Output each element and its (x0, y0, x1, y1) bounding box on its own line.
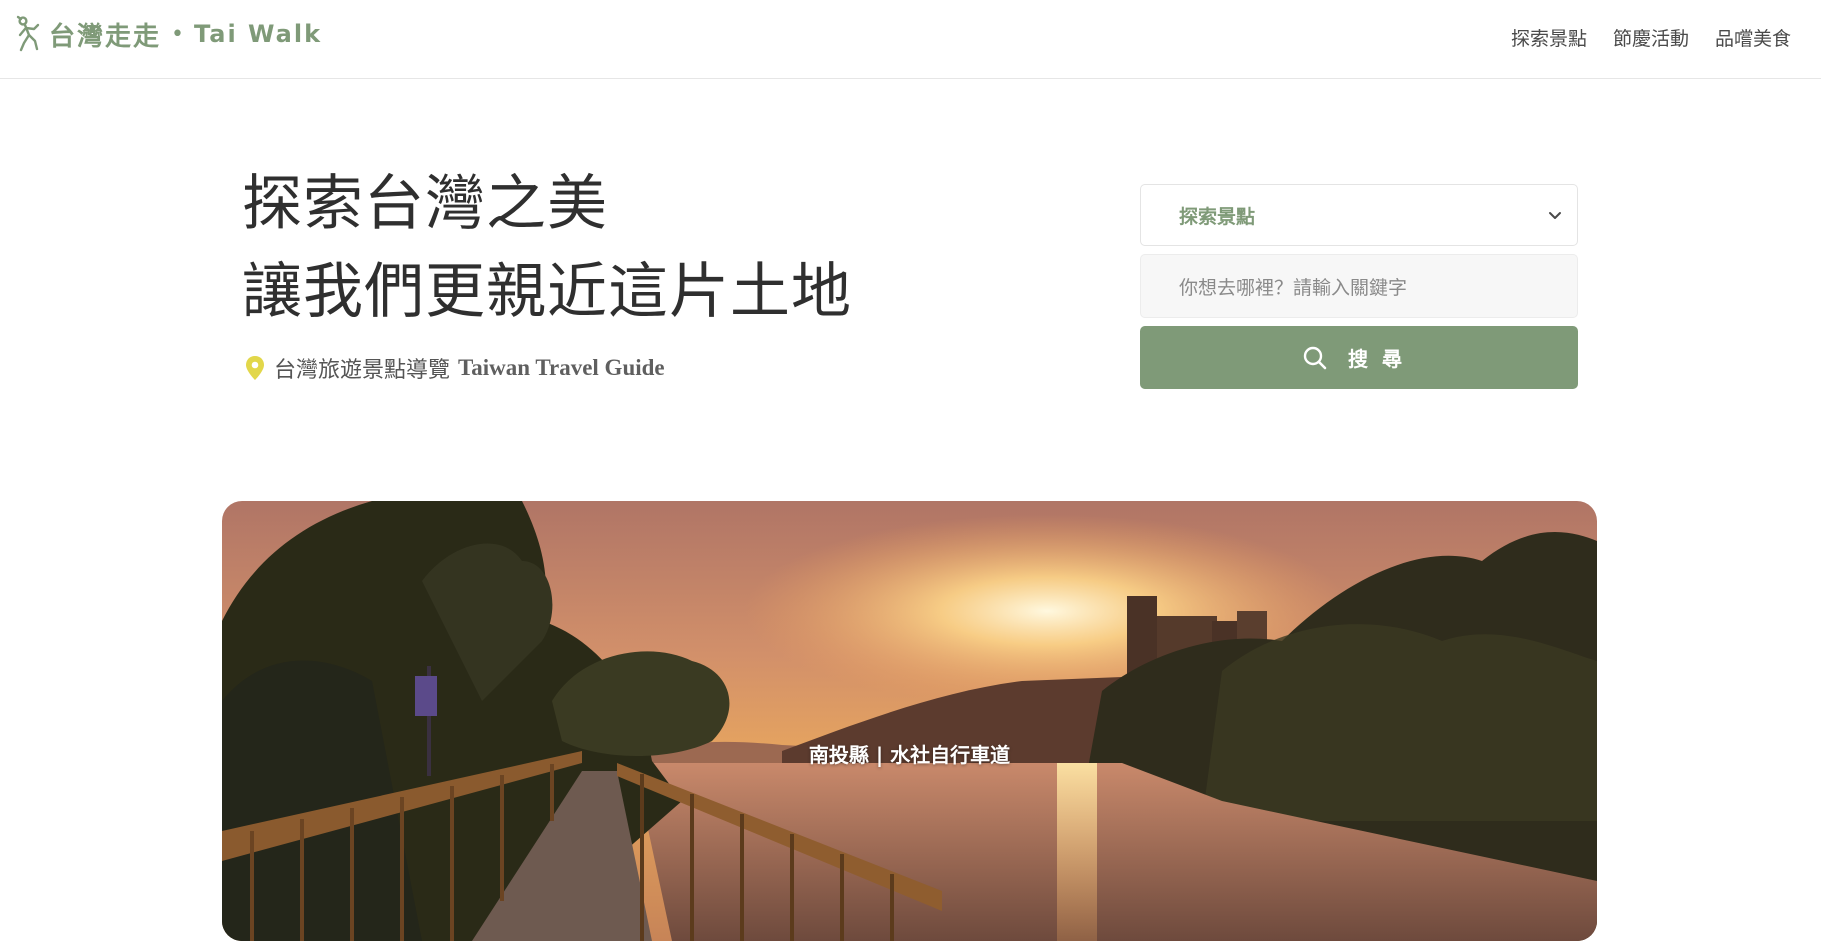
nav-item-attractions[interactable]: 探索景點 (1511, 24, 1587, 51)
brand-name-zh: 台灣走走 (49, 21, 162, 52)
keyword-input-placeholder: 你想去哪裡？請輸入關鍵字 (1179, 276, 1408, 299)
search-button-label: 搜尋 (1348, 347, 1416, 371)
hero-subtitle: 台灣旅遊景點導覽 Taiwan Travel Guide (244, 352, 665, 384)
subtitle-en: Taiwan Travel Guide (458, 355, 665, 380)
chevron-down-icon (1549, 212, 1561, 219)
search-button[interactable]: 搜尋 (1140, 326, 1578, 389)
walker-icon (16, 15, 40, 52)
category-select-value: 探索景點 (1179, 205, 1256, 228)
nav-item-food[interactable]: 品嚐美食 (1715, 24, 1791, 51)
brand-separator: • (171, 21, 184, 47)
hero-title: 探索台灣之美 讓我們更親近這片土地 (242, 160, 852, 336)
hero-title-highlight: 台灣之美 (364, 160, 608, 248)
nav-item-events[interactable]: 節慶活動 (1613, 24, 1689, 51)
search-panel: 探索景點 你想去哪裡？請輸入關鍵字 搜尋 (1140, 184, 1578, 389)
brand-logo[interactable]: 台灣走走 • Tai Walk (15, 14, 322, 54)
search-icon (1303, 346, 1327, 369)
main-nav: 探索景點 節慶活動 品嚐美食 (1511, 24, 1791, 51)
hero-title-prefix: 探索 (242, 169, 364, 239)
category-select[interactable]: 探索景點 (1140, 184, 1578, 246)
hero-banner[interactable]: 南投縣 | 水社自行車道 (222, 501, 1597, 941)
hero-title-line-2: 讓我們更親近這片土地 (242, 257, 852, 327)
banner-caption: 南投縣 | 水社自行車道 (808, 743, 1011, 767)
keyword-input[interactable]: 你想去哪裡？請輸入關鍵字 (1140, 254, 1578, 318)
brand-name-en: Tai Walk (194, 20, 323, 48)
map-pin-icon (246, 356, 264, 380)
subtitle-zh: 台灣旅遊景點導覽 (274, 358, 451, 383)
site-header: 台灣走走 • Tai Walk 探索景點 節慶活動 品嚐美食 (0, 0, 1821, 79)
hero-title-line-1: 探索台灣之美 (242, 160, 852, 248)
banner-photo (222, 501, 1597, 941)
